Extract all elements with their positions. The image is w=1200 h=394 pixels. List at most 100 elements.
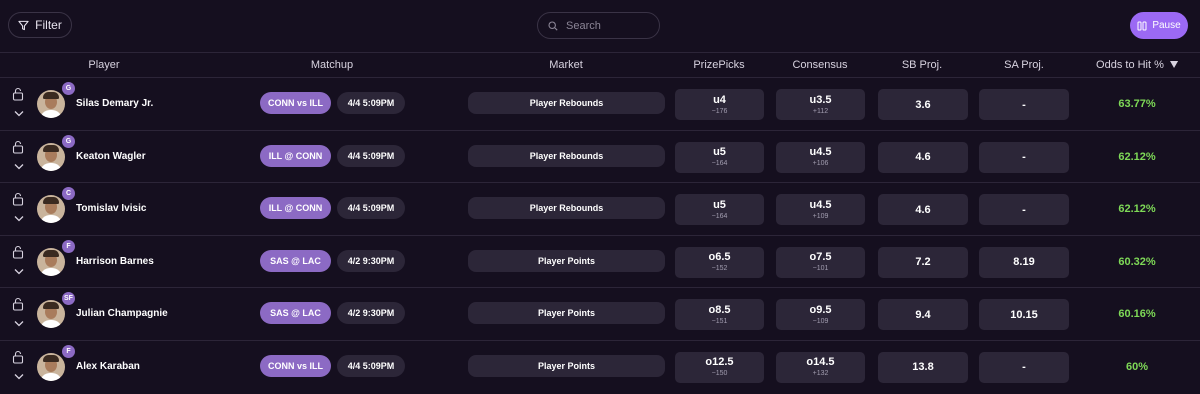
consensus-line: u4.5: [809, 146, 832, 159]
header-odds-to-hit[interactable]: Odds to Hit %: [1096, 59, 1178, 71]
filter-label: Filter: [35, 18, 62, 32]
matchup-pill[interactable]: SAS @ LAC: [260, 249, 331, 272]
header-sa-proj[interactable]: SA Proj.: [1004, 59, 1044, 71]
prizepicks-cell[interactable]: o8.5 −151: [675, 299, 764, 331]
sb-proj-cell: 3.6: [878, 89, 968, 120]
consensus-cell[interactable]: u4.5 +106: [776, 141, 865, 173]
prizepicks-price: −150: [711, 370, 728, 378]
player-name[interactable]: Tomislav Ivisic: [76, 203, 146, 214]
sb-proj-cell: 13.8: [878, 351, 968, 383]
matchup-pill[interactable]: SAS @ LAC: [260, 302, 331, 325]
consensus-price: +112: [812, 107, 829, 115]
player-avatar-wrap: C: [37, 187, 75, 224]
table-row[interactable]: F Alex Karaban CONN vs ILL 4/4 5:09PM Pl…: [0, 341, 1200, 394]
search-box[interactable]: [537, 12, 660, 39]
matchup-pill[interactable]: CONN vs ILL: [260, 354, 331, 377]
prizepicks-cell[interactable]: u5 −164: [675, 194, 764, 226]
search-input[interactable]: [566, 19, 646, 32]
prizepicks-cell[interactable]: o6.5 −152: [675, 246, 764, 278]
consensus-cell[interactable]: o14.5 +132: [776, 351, 865, 383]
market-pill[interactable]: Player Points: [468, 249, 665, 272]
prizepicks-cell[interactable]: u4 −176: [675, 89, 764, 120]
avatar: [37, 352, 65, 381]
prizepicks-price: −152: [711, 265, 728, 273]
consensus-cell[interactable]: u3.5 +112: [776, 89, 865, 120]
player-name[interactable]: Keaton Wagler: [76, 151, 146, 162]
market-pill[interactable]: Player Rebounds: [468, 197, 665, 220]
avatar: [37, 247, 65, 276]
sa-proj-cell: -: [979, 194, 1069, 226]
consensus-line: u3.5: [809, 93, 832, 106]
chevron-down-icon[interactable]: [14, 373, 24, 380]
game-time-pill: 4/4 5:09PM: [337, 144, 405, 167]
pause-button[interactable]: Pause: [1130, 12, 1188, 39]
sa-proj-cell: -: [979, 141, 1069, 173]
sa-proj-cell: -: [979, 89, 1069, 120]
lock-open-icon[interactable]: [12, 350, 24, 364]
chevron-down-icon[interactable]: [14, 268, 24, 275]
prizepicks-price: −164: [711, 212, 728, 220]
table-row[interactable]: C Tomislav Ivisic ILL @ CONN 4/4 5:09PM …: [0, 183, 1200, 236]
market-pill[interactable]: Player Rebounds: [468, 92, 665, 114]
prizepicks-line: o12.5: [705, 356, 734, 369]
matchup-pill[interactable]: ILL @ CONN: [260, 197, 331, 220]
consensus-cell[interactable]: o7.5 −101: [776, 246, 865, 278]
player-name[interactable]: Silas Demary Jr.: [76, 98, 153, 109]
market-pill[interactable]: Player Points: [468, 354, 665, 377]
avatar: [37, 142, 65, 171]
chevron-down-icon[interactable]: [14, 163, 24, 170]
player-name[interactable]: Julian Champagnie: [76, 308, 168, 319]
consensus-line: o14.5: [806, 356, 835, 369]
player-avatar-wrap: F: [37, 239, 75, 276]
prizepicks-cell[interactable]: o12.5 −150: [675, 351, 764, 383]
lock-open-icon[interactable]: [12, 192, 24, 206]
player-name[interactable]: Harrison Barnes: [76, 256, 154, 267]
player-avatar-wrap: SF: [37, 292, 75, 329]
table-row[interactable]: G Silas Demary Jr. CONN vs ILL 4/4 5:09P…: [0, 78, 1200, 131]
player-name[interactable]: Alex Karaban: [76, 361, 140, 372]
toolbar: Filter Pause: [0, 0, 1200, 52]
odds-to-hit-value: 63.77%: [1118, 98, 1156, 110]
consensus-line: o7.5: [809, 251, 832, 264]
player-avatar-wrap: G: [37, 134, 75, 171]
pause-icon: [1137, 21, 1147, 30]
market-pill[interactable]: Player Points: [468, 302, 665, 325]
sort-desc-icon[interactable]: [1169, 61, 1178, 68]
prizepicks-line: o8.5: [708, 303, 731, 316]
sb-proj-cell: 7.2: [878, 246, 968, 278]
header-prizepicks[interactable]: PrizePicks: [693, 59, 744, 71]
lock-open-icon[interactable]: [12, 87, 24, 101]
prizepicks-price: −176: [711, 107, 728, 115]
chevron-down-icon[interactable]: [14, 320, 24, 327]
header-matchup[interactable]: Matchup: [311, 59, 353, 71]
filter-button[interactable]: Filter: [8, 12, 72, 38]
consensus-cell[interactable]: o9.5 −109: [776, 299, 865, 331]
lock-open-icon[interactable]: [12, 140, 24, 154]
position-badge: G: [62, 82, 75, 95]
header-market[interactable]: Market: [549, 59, 583, 71]
pause-label: Pause: [1152, 20, 1181, 31]
odds-to-hit-value: 60.32%: [1118, 255, 1156, 268]
lock-open-icon[interactable]: [12, 297, 24, 311]
chevron-down-icon[interactable]: [14, 110, 24, 117]
prizepicks-price: −164: [711, 160, 728, 168]
table-row[interactable]: F Harrison Barnes SAS @ LAC 4/2 9:30PM P…: [0, 236, 1200, 289]
prizepicks-cell[interactable]: u5 −164: [675, 141, 764, 173]
consensus-price: +106: [812, 160, 829, 168]
position-badge: F: [62, 239, 75, 253]
consensus-cell[interactable]: u4.5 +109: [776, 194, 865, 226]
table-row[interactable]: G Keaton Wagler ILL @ CONN 4/4 5:09PM Pl…: [0, 131, 1200, 184]
lock-open-icon[interactable]: [12, 245, 24, 259]
market-pill[interactable]: Player Rebounds: [468, 144, 665, 167]
odds-to-hit-value: 60%: [1125, 360, 1149, 373]
matchup-pill[interactable]: ILL @ CONN: [260, 144, 331, 167]
matchup-pill[interactable]: CONN vs ILL: [260, 92, 331, 114]
table-row[interactable]: SF Julian Champagnie SAS @ LAC 4/2 9:30P…: [0, 288, 1200, 341]
consensus-price: −109: [812, 317, 829, 325]
chevron-down-icon[interactable]: [14, 215, 24, 222]
search-icon: [548, 20, 558, 31]
header-sb-proj[interactable]: SB Proj.: [902, 59, 942, 71]
header-player[interactable]: Player: [88, 59, 119, 71]
header-consensus[interactable]: Consensus: [792, 59, 847, 71]
prizepicks-line: o6.5: [708, 251, 731, 264]
